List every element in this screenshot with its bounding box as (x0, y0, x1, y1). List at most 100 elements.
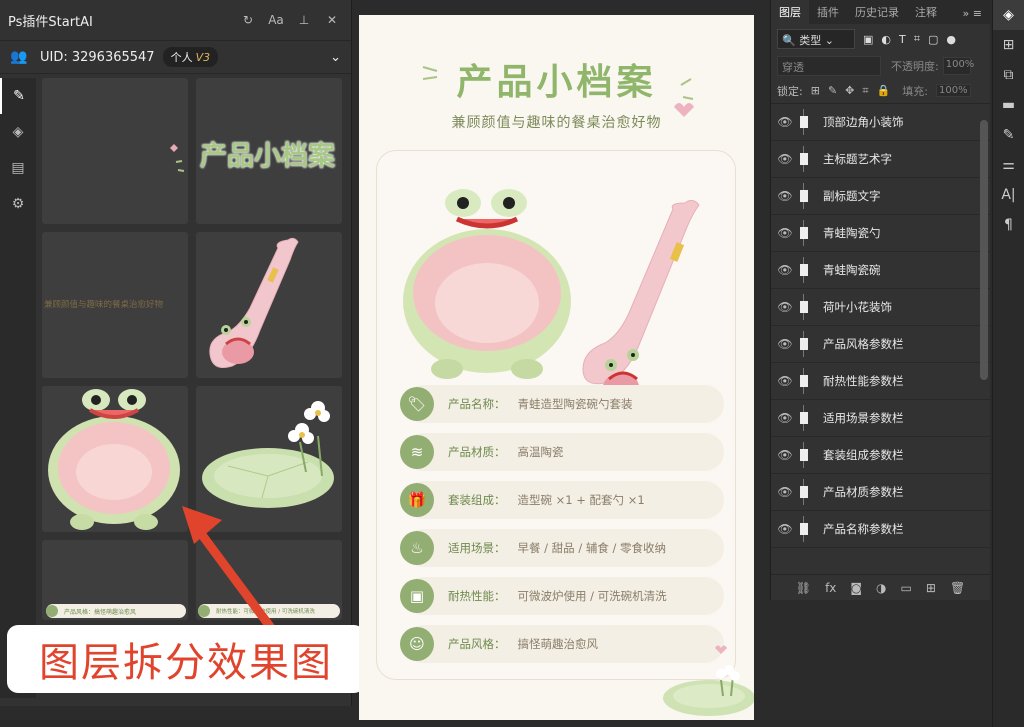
layers-icon[interactable]: ◈ (0, 114, 36, 150)
paths-icon[interactable]: ⧉ (993, 60, 1024, 90)
font-size-icon[interactable]: Aa (265, 13, 287, 27)
layer-row[interactable]: 👁 顶部边角小装饰 (771, 104, 990, 141)
eye-icon[interactable]: 👁 (771, 337, 799, 351)
fill-input[interactable]: 100% (936, 84, 971, 97)
pin-icon[interactable]: ⊥ (293, 13, 315, 27)
param-icon: 🎁 (400, 483, 434, 517)
eye-icon[interactable]: 👁 (771, 448, 799, 462)
eye-icon[interactable]: 👁 (771, 485, 799, 499)
lock-all-icon[interactable]: 🔒 (877, 84, 891, 97)
filter-image-icon[interactable]: ▣ (863, 33, 873, 46)
layer-thumbnail (800, 257, 817, 283)
gear-icon[interactable]: ⚙ (0, 186, 36, 222)
blend-mode-select[interactable]: 穿透 (777, 56, 881, 76)
layer-row[interactable]: 👁 主标题艺术字 (771, 141, 990, 178)
blend-opacity-bar: 穿透 不透明度: 100% (771, 54, 990, 78)
layer-name: 适用场景参数栏 (823, 411, 904, 425)
filter-type-icon[interactable]: T (899, 33, 906, 46)
layer-name: 产品风格参数栏 (823, 337, 904, 351)
eye-icon[interactable]: 👁 (771, 263, 799, 277)
layers-panel-icon[interactable]: ◈ (993, 0, 1024, 30)
brush-icon[interactable]: ✎ (993, 120, 1024, 150)
layer-row[interactable]: 👁 青蛙陶瓷碗 (771, 252, 990, 289)
tab-notes[interactable]: 注释 (907, 0, 945, 24)
layer-row[interactable]: 👁 产品名称参数栏 (771, 511, 990, 548)
kind-filter-label: 类型 (799, 34, 822, 47)
plan-badge[interactable]: 个人 V3 (162, 47, 219, 67)
thumb-subtitle[interactable]: 兼顾颜值与趣味的餐桌治愈好物 (42, 232, 188, 378)
tab-plugins[interactable]: 插件 (809, 0, 847, 24)
clipboard-icon[interactable]: ▤ (0, 150, 36, 186)
character-icon[interactable]: A| (993, 180, 1024, 210)
close-icon[interactable]: ✕ (321, 13, 343, 27)
folder-icon[interactable]: ▭ (901, 581, 912, 595)
layer-thumbnail (800, 109, 817, 135)
layer-thumbnail (800, 183, 817, 209)
opacity-input[interactable]: 100% (942, 57, 974, 75)
eye-icon[interactable]: 👁 (771, 522, 799, 536)
channels-icon[interactable]: ⊞ (993, 30, 1024, 60)
layer-row[interactable]: 👁 套装组成参数栏 (771, 437, 990, 474)
lock-pixels-icon[interactable]: ⊞ (811, 84, 820, 97)
ps-right-toolbar: ◈ ⊞ ⧉ ▬ ✎ ⚌ A| ¶ (992, 0, 1024, 727)
comments-icon[interactable]: ▬ (993, 90, 1024, 120)
tab-history[interactable]: 历史记录 (847, 0, 907, 24)
new-layer-icon[interactable]: ⊞ (926, 581, 936, 595)
thumb-corner-decoration[interactable] (42, 78, 188, 224)
thumb-frog-bowl[interactable] (42, 386, 188, 532)
eye-icon[interactable]: 👁 (771, 152, 799, 166)
uid-label: UID: 3296365547 (40, 49, 155, 65)
param-row: ▣ 耐热性能： 可微波炉使用 / 可洗碗机清洗 (400, 577, 724, 615)
eye-icon[interactable]: 👁 (771, 226, 799, 240)
panel-menu-icon[interactable]: » ≡ (955, 3, 990, 24)
frog-icon (46, 605, 58, 617)
frog-bowl-image (48, 389, 180, 530)
lock-paint-icon[interactable]: ✎ (828, 84, 837, 97)
thumb-title-art[interactable]: 产品小档案 (196, 78, 342, 224)
layer-thumbnail (800, 220, 817, 246)
layer-row[interactable]: 👁 产品风格参数栏 (771, 326, 990, 363)
lock-move-icon[interactable]: ✥ (845, 84, 854, 97)
chevron-down-icon[interactable]: ⌄ (330, 50, 341, 65)
eye-icon[interactable]: 👁 (771, 115, 799, 129)
thumb-frog-spoon[interactable] (196, 232, 342, 378)
layer-split-label: 图层拆分效果图 (10, 628, 362, 690)
filter-shape-icon[interactable]: ⌗ (914, 32, 920, 46)
fx-icon[interactable]: fx (825, 581, 836, 595)
kind-filter-select[interactable]: 🔍 类型 ⌄ (777, 29, 855, 49)
layer-thumbnail (800, 516, 817, 542)
paragraph-icon[interactable]: ¶ (993, 210, 1024, 240)
eye-icon[interactable]: 👁 (771, 300, 799, 314)
param-icon: ≋ (400, 435, 434, 469)
tab-layers[interactable]: 图层 (771, 0, 809, 24)
layer-row[interactable]: 👁 耐热性能参数栏 (771, 363, 990, 400)
eye-icon[interactable]: 👁 (771, 411, 799, 425)
layer-row[interactable]: 👁 适用场景参数栏 (771, 400, 990, 437)
filter-smart-icon[interactable]: ▢ (928, 33, 938, 46)
mask-icon[interactable]: ◙ (850, 581, 862, 595)
param-value: 早餐 / 甜品 / 辅食 / 零食收纳 (517, 541, 667, 555)
layer-thumbnail (800, 294, 817, 320)
lock-artboard-icon[interactable]: ⌗ (862, 84, 868, 98)
layer-thumbnail (800, 479, 817, 505)
filter-adjust-icon[interactable]: ◐ (881, 33, 891, 46)
pen-icon[interactable]: ✎ (0, 78, 36, 114)
thumb-style-row[interactable]: 产品风格：搞怪萌趣治愈风 (42, 540, 188, 620)
layers-panel: 图层 插件 历史记录 注释 » ≡ 🔍 类型 ⌄ ▣ ◐ T ⌗ ▢ ● 穿透 … (770, 0, 990, 600)
layer-thumbnail (800, 331, 817, 357)
layer-row[interactable]: 👁 青蛙陶瓷勺 (771, 215, 990, 252)
adjust-sliders-icon[interactable]: ⚌ (993, 150, 1024, 180)
layer-row[interactable]: 👁 荷叶小花装饰 (771, 289, 990, 326)
layer-list-scrollbar[interactable] (980, 120, 988, 380)
layer-row[interactable]: 👁 产品材质参数栏 (771, 474, 990, 511)
filter-toggle-icon[interactable]: ● (946, 33, 956, 46)
layer-row[interactable]: 👁 副标题文字 (771, 178, 990, 215)
refresh-icon[interactable]: ↻ (237, 13, 259, 27)
link-icon[interactable]: ⛓ (796, 581, 811, 595)
eye-icon[interactable]: 👁 (771, 189, 799, 203)
adjustment-icon[interactable]: ◑ (876, 581, 886, 595)
eye-icon[interactable]: 👁 (771, 374, 799, 388)
thumb-row-bar: 产品风格：搞怪萌趣治愈风 (46, 604, 186, 618)
plugin-sidebar: ✎ ◈ ▤ ⚙ (0, 78, 36, 698)
trash-icon[interactable]: 🗑 (950, 581, 965, 595)
